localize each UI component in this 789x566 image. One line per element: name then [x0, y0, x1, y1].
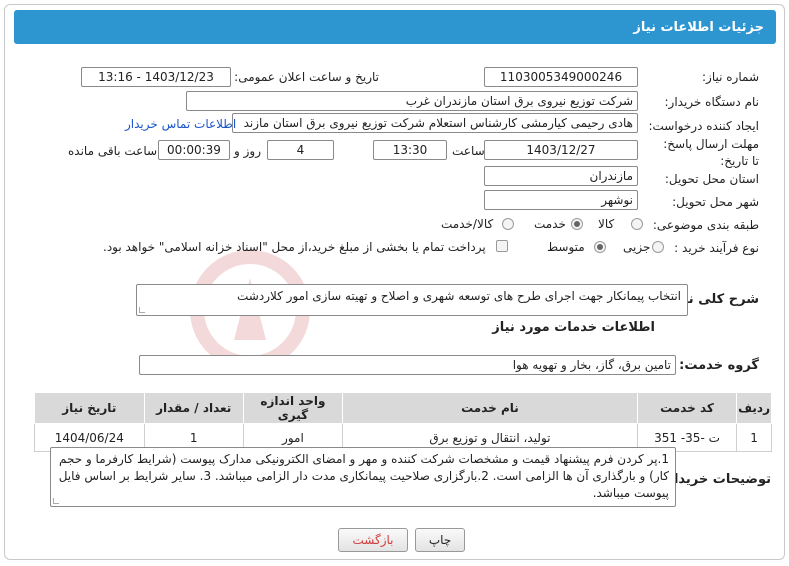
category-goods-label: کالا	[598, 217, 615, 231]
deadline-date-field[interactable]: 1403/12/27	[484, 140, 638, 160]
col-quantity: تعداد / مقدار	[143, 392, 244, 424]
province-field[interactable]: مازندران	[484, 166, 638, 186]
general-desc-textarea[interactable]: انتخاب پیمانکار جهت اجرای طرح های توسعه …	[136, 284, 688, 316]
days-field[interactable]: 4	[267, 140, 334, 160]
city-field[interactable]: نوشهر	[484, 190, 638, 210]
city-label: شهر محل تحویل:	[672, 195, 759, 209]
col-need-date: تاریخ نیاز	[34, 392, 145, 424]
page-title: جزئیات اطلاعات نیاز	[14, 10, 776, 44]
need-number-field[interactable]: 1103005349000246	[484, 67, 638, 87]
cell-row-number: 1	[736, 423, 772, 452]
buyer-notes-textarea[interactable]: 1.پر کردن فرم پیشنهاد قیمت و مشخصات شرکت…	[50, 447, 676, 507]
service-group-field[interactable]: تامین برق، گاز، بخار و تهویه هوا	[139, 355, 676, 375]
print-button[interactable]: چاپ	[415, 528, 465, 552]
col-unit: واحد اندازه گیری	[242, 392, 344, 424]
table-header-row: ردیف کد خدمت نام خدمت واحد اندازه گیری ت…	[34, 392, 772, 424]
services-info-heading: اطلاعات خدمات مورد نیاز	[492, 320, 655, 335]
deadline-label: مهلت ارسال پاسخ: تا تاریخ:	[663, 137, 759, 168]
col-service-code: کد خدمت	[636, 392, 738, 424]
buyer-contact-link[interactable]: اطلاعات تماس خریدار	[125, 117, 236, 131]
deadline-time-field[interactable]: 13:30	[373, 140, 447, 160]
services-table: ردیف کد خدمت نام خدمت واحد اندازه گیری ت…	[34, 392, 772, 452]
col-row-number: ردیف	[736, 392, 772, 424]
back-button[interactable]: بازگشت	[338, 528, 408, 552]
province-label: استان محل تحویل:	[664, 172, 759, 186]
buyer-org-label: نام دستگاه خریدار:	[664, 95, 760, 109]
category-goods-radio[interactable]	[631, 218, 643, 230]
announce-datetime-label: تاریخ و ساعت اعلان عمومی:	[234, 70, 379, 84]
treasury-payment-checkbox[interactable]	[496, 240, 508, 252]
treasury-payment-note: پرداخت تمام یا بخشی از مبلغ خرید،از محل …	[103, 240, 486, 254]
resize-grip-icon[interactable]	[139, 307, 145, 313]
process-medium-radio[interactable]	[594, 241, 606, 253]
buyer-notes-text: 1.پر کردن فرم پیشنهاد قیمت و مشخصات شرکت…	[58, 452, 669, 500]
category-label: طبقه بندی موضوعی:	[652, 218, 759, 232]
requester-field[interactable]: هادی رحیمی کیارمشی کارشناس استعلام شرکت …	[232, 113, 638, 133]
remaining-time-field[interactable]: 00:00:39	[158, 140, 230, 160]
buyer-notes-label: توضیحات خریدار:	[661, 472, 771, 487]
process-medium-label: متوسط	[547, 240, 585, 254]
process-partial-label: جزیی	[623, 240, 651, 254]
remaining-label: ساعت باقی مانده	[68, 144, 158, 158]
general-desc-text: انتخاب پیمانکار جهت اجرای طرح های توسعه …	[237, 289, 681, 303]
category-goods-service-radio[interactable]	[502, 218, 514, 230]
service-group-label: گروه خدمت:	[679, 358, 759, 373]
announce-datetime-field[interactable]: 1403/12/23 - 13:16	[81, 67, 231, 87]
col-service-name: نام خدمت	[342, 392, 638, 424]
buyer-org-field[interactable]: شرکت توزیع نیروی برق استان مازندران غرب	[186, 91, 638, 111]
need-number-label: شماره نیاز:	[702, 70, 759, 84]
process-partial-radio[interactable]	[652, 241, 664, 253]
resize-grip-icon[interactable]	[53, 498, 59, 504]
process-label: نوع فرآیند خرید :	[674, 241, 759, 255]
days-label: روز و	[234, 144, 261, 158]
category-service-radio[interactable]	[571, 218, 583, 230]
category-service-label: خدمت	[534, 217, 566, 231]
category-goods-service-label: کالا/خدمت	[441, 217, 494, 231]
requester-label: ایجاد کننده درخواست:	[648, 119, 759, 133]
time-label: ساعت	[452, 144, 485, 158]
